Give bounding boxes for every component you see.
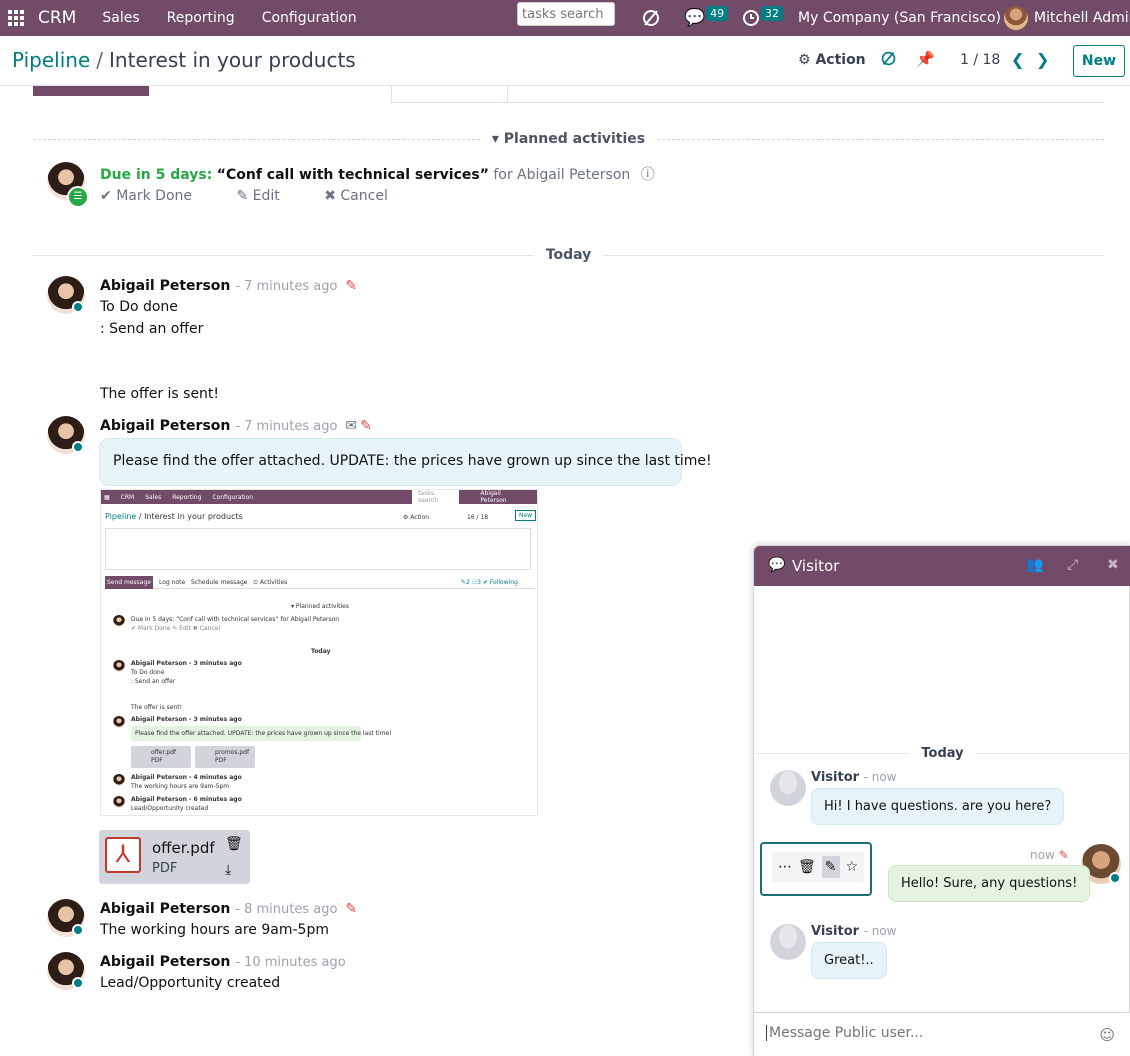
mark-done-button[interactable]: ✔ Mark Done <box>100 188 212 204</box>
expand-icon[interactable]: ⤢ <box>1067 557 1078 573</box>
download-icon[interactable]: ⤓ <box>225 862 231 878</box>
comments-icon: 💬 <box>768 557 786 573</box>
message-author: Abigail Peterson - 8 minutes ago ✎ <box>100 901 358 917</box>
send-message-tab-remnant <box>33 86 149 96</box>
pencil-icon[interactable]: ✎ <box>821 856 840 878</box>
chat-message-meta: now ✎ <box>1030 848 1069 862</box>
chat-message-author: Visitor - now <box>811 770 897 785</box>
more-icon[interactable]: ⋯ <box>778 859 792 875</box>
embedded-screenshot-image[interactable]: ▦ CRM Sales Reporting Configuration task… <box>100 489 538 816</box>
chat-header[interactable]: 💬 Visitor 👥 ⤢ ✖ <box>754 546 1130 586</box>
activities-badge: 32 <box>761 5 783 21</box>
messages-icon[interactable]: 💬 49 <box>684 0 729 36</box>
trash-icon[interactable]: 🗑 <box>798 859 816 875</box>
online-status <box>72 441 84 453</box>
message-line: The offer is sent! <box>100 386 220 402</box>
visitor-avatar <box>770 924 806 960</box>
clock-icon <box>743 10 759 26</box>
message-bubble: Please find the offer attached. UPDATE: … <box>99 438 712 486</box>
app-brand[interactable]: CRM <box>38 8 76 28</box>
breadcrumb-current: Interest in your products <box>109 48 356 72</box>
trash-icon[interactable]: 🗑 <box>225 836 243 852</box>
chat-message-bubble: Hello! Sure, any questions! <box>888 865 1091 902</box>
menu-reporting[interactable]: Reporting <box>167 10 235 26</box>
envelope-icon: ✉ <box>345 418 358 434</box>
activity-type-icon: ☰ <box>67 186 89 208</box>
edit-note-icon: ✎ <box>360 418 372 434</box>
message-author: Abigail Peterson - 7 minutes ago ✉ ✎ <box>100 418 372 434</box>
star-icon[interactable]: ☆ <box>846 859 859 875</box>
edit-note-icon: ✎ <box>345 278 358 294</box>
chat-title: Visitor <box>792 557 840 575</box>
action-button[interactable]: ⚙ Action <box>798 52 866 68</box>
grid-icon: ▦ <box>104 493 110 501</box>
message-line: : Send an offer <box>100 321 204 337</box>
message-input[interactable] <box>766 1025 1086 1041</box>
new-record-button[interactable]: New <box>1073 45 1125 77</box>
message-author: Abigail Peterson - 10 minutes ago <box>100 954 346 970</box>
user-menu[interactable]: Mitchell Admin <box>1004 0 1130 36</box>
gear-icon: ⚙ <box>798 52 811 68</box>
message-body: Lead/Opportunity created <box>100 975 281 991</box>
tab-border <box>391 86 1104 103</box>
chat-composer: ☺ <box>754 1012 1130 1056</box>
top-navbar: CRM Sales Reporting Configuration 💬 49 3… <box>0 0 1130 36</box>
tasks-search-input[interactable] <box>517 2 615 26</box>
chat-window: 💬 Visitor 👥 ⤢ ✖ Today Visitor - now Hi! … <box>753 545 1130 1056</box>
edit-note-icon: ✎ <box>345 901 358 917</box>
chat-message-bubble: Great!.. <box>811 942 887 979</box>
activity-actions: ✔ Mark Done ✎ Edit ✖ Cancel <box>100 188 428 204</box>
chat-message-bubble: Hi! I have questions. are you here? <box>811 788 1065 825</box>
messages-badge: 49 <box>706 5 729 21</box>
pager-next-icon[interactable]: ❯ <box>1036 50 1049 69</box>
debug-icon[interactable] <box>641 0 661 36</box>
attachment-name: offer.pdf <box>152 839 215 857</box>
refresh-icon[interactable] <box>880 50 897 67</box>
attachment-card[interactable]: ⅄ offer.pdf PDF 🗑 ⤓ <box>99 830 250 884</box>
caret-down-icon: ▾ <box>491 131 504 147</box>
activity-summary: Due in 5 days: “Conf call with technical… <box>100 167 655 183</box>
chat-message-author: Visitor - now <box>811 924 897 939</box>
message-actions-toolbar: ⋯ 🗑 ✎ ☆ <box>760 842 872 896</box>
pin-icon[interactable]: 📌 <box>916 50 935 68</box>
breadcrumb: Pipeline / Interest in your products <box>12 48 356 72</box>
visitor-avatar <box>770 770 806 806</box>
online-status <box>72 301 84 313</box>
company-switcher[interactable]: My Company (San Francisco) <box>798 0 1001 36</box>
online-status <box>72 977 84 989</box>
user-name: Mitchell Admin <box>1034 10 1130 26</box>
attachment-type: PDF <box>152 861 178 876</box>
online-status <box>72 924 84 936</box>
activities-icon[interactable]: 32 <box>742 0 783 36</box>
breadcrumb-pipeline[interactable]: Pipeline <box>12 48 90 72</box>
message-author: Abigail Peterson - 7 minutes ago ✎ <box>100 278 358 294</box>
control-panel: Pipeline / Interest in your products ⚙ Act… <box>0 36 1130 86</box>
edit-note-icon: ✎ <box>1058 848 1069 862</box>
apps-menu-icon[interactable] <box>2 0 30 36</box>
pager-previous-icon[interactable]: ❮ <box>1011 50 1024 69</box>
menu-configuration[interactable]: Configuration <box>262 10 357 26</box>
message-body: The working hours are 9am-5pm <box>100 922 329 938</box>
close-icon[interactable]: ✖ <box>1107 557 1119 573</box>
cancel-activity-button[interactable]: ✖ Cancel <box>324 188 408 204</box>
pager-value[interactable]: 1 / 18 <box>960 52 1000 68</box>
online-status <box>1109 872 1121 884</box>
date-separator: Today <box>33 247 1105 263</box>
user-avatar <box>1004 6 1028 30</box>
message-line: To Do done <box>100 299 178 315</box>
users-icon[interactable]: 👥 <box>1026 557 1043 573</box>
info-icon[interactable]: ⓘ <box>641 167 655 183</box>
planned-activities-toggle[interactable]: ▾ Planned activities <box>33 131 1104 147</box>
chat-icon: 💬 <box>684 8 706 28</box>
chat-date-separator: Today <box>754 746 1130 761</box>
emoji-icon[interactable]: ☺ <box>1099 1026 1115 1044</box>
edit-activity-button[interactable]: ✎ Edit <box>236 188 299 204</box>
file-pdf-icon: ⅄ <box>105 837 141 873</box>
menu-sales[interactable]: Sales <box>102 10 139 26</box>
